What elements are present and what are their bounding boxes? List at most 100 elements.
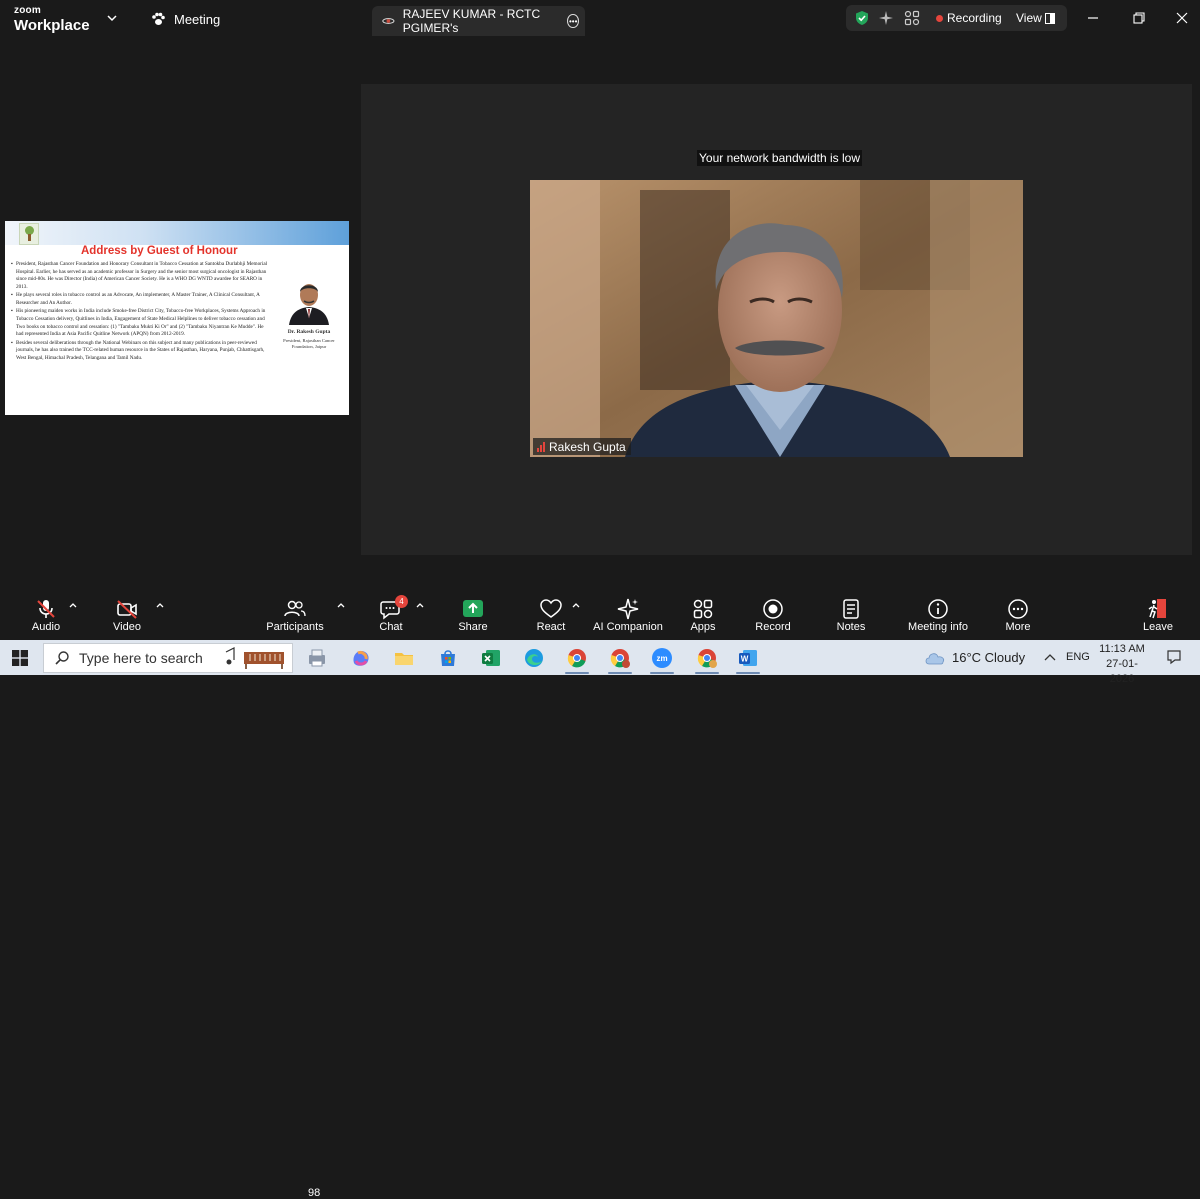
audio-button[interactable]: Audio xyxy=(26,588,66,640)
signal-strength-icon xyxy=(537,441,545,452)
slide-bullet: He plays several roles in tobacco contro… xyxy=(11,292,271,307)
video-label: Video xyxy=(113,621,141,633)
close-icon[interactable] xyxy=(1174,10,1190,26)
slide-header-band xyxy=(5,221,349,245)
record-button[interactable]: Record xyxy=(753,588,793,640)
share-button[interactable]: Share xyxy=(453,588,493,640)
weather-text[interactable]: 16°C Cloudy xyxy=(952,650,1025,665)
taskbar-search-box[interactable]: Type here to search xyxy=(43,643,293,673)
chrome-second-running-indicator xyxy=(695,672,719,674)
participant-name: Rakesh Gupta xyxy=(549,439,626,454)
video-caret-icon[interactable] xyxy=(155,601,165,609)
participants-caret-icon[interactable] xyxy=(336,601,346,609)
tab-meeting[interactable]: Meeting xyxy=(150,11,220,27)
more-icon xyxy=(1008,599,1028,619)
leave-button[interactable]: Leave xyxy=(1138,588,1178,640)
chat-caret-icon[interactable] xyxy=(415,601,425,609)
zoom-workplace-menu[interactable]: zoom Workplace xyxy=(14,5,90,34)
chrome-icon[interactable] xyxy=(566,647,588,669)
clock-time: 11:13 AM xyxy=(1099,643,1145,655)
recording-label[interactable]: Recording xyxy=(947,11,1002,25)
cloud-icon[interactable] xyxy=(924,651,946,665)
clock-date: 27-01-2026 xyxy=(1106,658,1138,685)
svg-text:zm: zm xyxy=(656,654,667,663)
leave-label: Leave xyxy=(1143,621,1173,633)
chevron-down-icon[interactable] xyxy=(106,12,118,24)
bandwidth-notice: Your network bandwidth is low xyxy=(697,150,862,166)
restore-icon[interactable] xyxy=(1131,10,1147,26)
ai-companion-label: AI Companion xyxy=(593,621,663,633)
react-button[interactable]: React xyxy=(531,588,571,640)
brand-zoom: zoom xyxy=(14,5,41,16)
title-bar: zoom Workplace Meeting RAJEEV KUMAR - RC… xyxy=(0,0,1200,40)
slide-bullets: President, Rajasthan Cancer Foundation a… xyxy=(11,261,271,363)
tab-meeting-label: Meeting xyxy=(174,11,221,27)
meeting-info-label: Meeting info xyxy=(908,621,968,633)
slide-logo xyxy=(19,223,39,245)
tab-meeting-title[interactable]: RAJEEV KUMAR - RCTC PGIMER's ••• xyxy=(372,6,585,36)
slide-bullet: Besides several deliberations through th… xyxy=(11,340,271,363)
word-running-indicator xyxy=(736,672,760,674)
chat-unread-badge: 4 xyxy=(395,595,408,608)
speaker-photo xyxy=(285,272,333,325)
apps-button[interactable]: Apps xyxy=(683,588,723,640)
excel-icon[interactable] xyxy=(480,647,502,669)
notes-icon xyxy=(843,599,859,619)
meeting-status-group: Recording View xyxy=(846,5,1067,31)
react-label: React xyxy=(536,621,566,633)
word-icon[interactable]: W xyxy=(737,647,759,669)
slide-bullet: His pioneering maiden works in India inc… xyxy=(11,308,271,339)
view-button[interactable]: View xyxy=(1016,11,1042,25)
microphone-muted-icon xyxy=(37,600,55,618)
participants-count: 98 xyxy=(308,1187,321,1199)
ai-sparkle-icon[interactable] xyxy=(878,10,894,26)
recording-dot-icon xyxy=(936,15,943,22)
audio-label: Audio xyxy=(31,621,61,633)
search-placeholder: Type here to search xyxy=(79,650,203,666)
taskbar-clock[interactable]: 11:13 AM 27-01-2026 xyxy=(1094,642,1150,687)
chat-label: Chat xyxy=(379,621,403,633)
zoom-app-icon[interactable]: zm xyxy=(651,647,673,669)
meeting-toolbar: Audio Video Participants 98 Chat Share R… xyxy=(0,588,1200,1199)
notifications-icon[interactable] xyxy=(1166,649,1182,665)
more-button[interactable]: More xyxy=(998,588,1038,640)
zoom-window: zoom Workplace Meeting RAJEEV KUMAR - RC… xyxy=(0,0,1200,1199)
notes-button[interactable]: Notes xyxy=(831,588,871,640)
react-caret-icon[interactable] xyxy=(571,601,581,609)
view-layout-icon[interactable] xyxy=(1045,13,1055,24)
tray-chevron-up-icon[interactable] xyxy=(1044,653,1056,661)
chrome-running-indicator xyxy=(565,672,589,674)
participants-button[interactable]: Participants xyxy=(266,588,324,640)
info-icon xyxy=(928,599,948,619)
gallery-view-icon[interactable] xyxy=(904,10,920,26)
speaker-name: Dr. Rakesh Gupta xyxy=(287,329,331,335)
chrome-second-profile-icon[interactable] xyxy=(696,647,718,669)
ai-sparkle-icon xyxy=(617,598,639,620)
chrome-profile-icon[interactable] xyxy=(609,647,631,669)
participant-video[interactable] xyxy=(530,180,1023,457)
share-screen-icon xyxy=(463,600,483,617)
record-label: Record xyxy=(755,621,791,633)
printer-app-icon[interactable] xyxy=(306,647,328,669)
edge-icon[interactable] xyxy=(523,647,545,669)
microsoft-store-icon[interactable] xyxy=(437,647,459,669)
record-icon xyxy=(763,599,783,619)
apps-icon xyxy=(693,599,713,619)
slide-title: Address by Guest of Honour xyxy=(81,245,238,257)
shield-check-icon[interactable] xyxy=(854,10,870,26)
copilot-icon[interactable] xyxy=(350,647,372,669)
heart-icon xyxy=(540,599,562,618)
zoom-running-indicator xyxy=(650,672,674,674)
file-explorer-icon[interactable] xyxy=(393,647,415,669)
ai-companion-button[interactable]: AI Companion xyxy=(593,588,663,640)
windows-start-icon[interactable] xyxy=(12,650,28,666)
meeting-info-button[interactable]: Meeting info xyxy=(908,588,968,640)
audio-caret-icon[interactable] xyxy=(68,601,78,609)
paw-icon xyxy=(152,12,165,25)
video-button[interactable]: Video xyxy=(107,588,147,640)
speaker-role: President, Rajasthan Cancer Foundation, … xyxy=(283,338,335,349)
participants-label: Participants xyxy=(266,621,324,633)
minimize-icon[interactable] xyxy=(1085,10,1101,26)
more-options-icon[interactable]: ••• xyxy=(567,14,579,28)
input-language[interactable]: ENG xyxy=(1066,651,1090,663)
